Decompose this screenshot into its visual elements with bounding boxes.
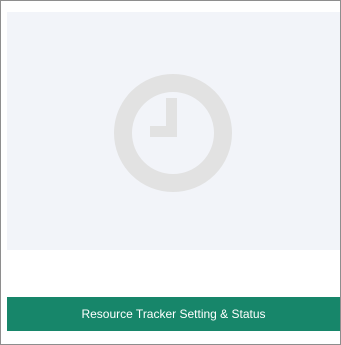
tile-preview <box>7 12 340 250</box>
resource-tracker-tile[interactable]: Resource Tracker Setting & Status <box>0 0 341 345</box>
clock-icon <box>114 74 232 192</box>
resource-tracker-button[interactable]: Resource Tracker Setting & Status <box>7 297 340 331</box>
